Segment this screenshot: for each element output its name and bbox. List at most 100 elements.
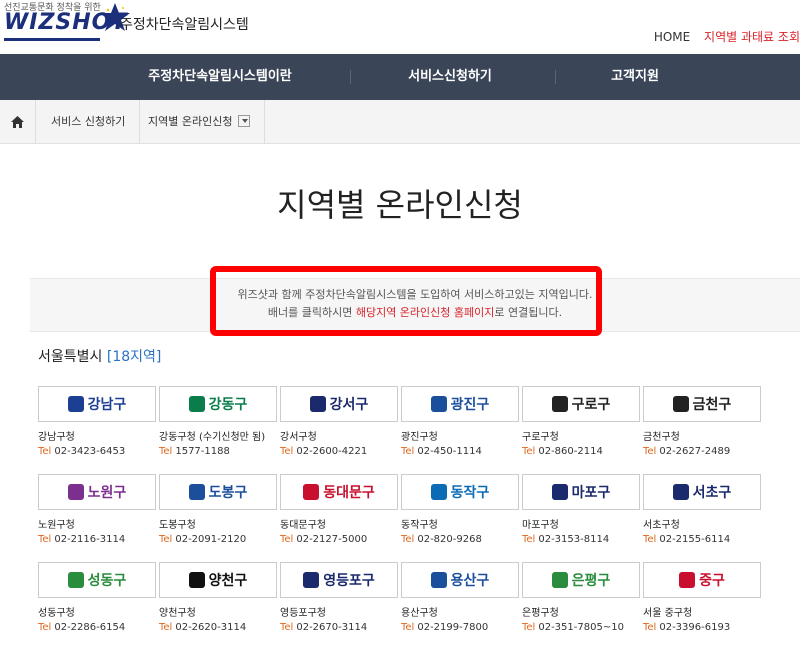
tel-label: Tel bbox=[159, 622, 173, 633]
district-office-name: 금천구청 bbox=[643, 432, 680, 443]
district-tel: Tel 02-3423-6453 bbox=[38, 446, 158, 457]
tel-number: 02-2199-7800 bbox=[417, 622, 489, 633]
district-banner[interactable]: 중구 bbox=[643, 562, 761, 598]
home-link[interactable]: HOME bbox=[654, 30, 690, 44]
district-emblem-icon bbox=[430, 484, 447, 500]
district-emblem-icon bbox=[67, 396, 84, 412]
district-banner[interactable]: 양천구 bbox=[159, 562, 277, 598]
district-emblem-icon bbox=[67, 572, 84, 588]
notice-prefix: 배너를 클릭하시면 bbox=[267, 306, 356, 319]
site-header: 선진교통문화 정착을 위한 WIZSHOT 주정차단속알림시스템 HOME 지역… bbox=[0, 0, 800, 54]
district-card: 성동구 성동구청 Tel 02-2286-6154 bbox=[38, 562, 158, 633]
district-office-name: 동대문구청 bbox=[280, 520, 326, 531]
district-card: 중구 서울 중구청 Tel 02-3396-6193 bbox=[643, 562, 763, 633]
district-card: 용산구 용산구청 Tel 02-2199-7800 bbox=[401, 562, 521, 633]
district-tel: Tel 02-860-2114 bbox=[522, 446, 642, 457]
tel-number: 02-2286-6154 bbox=[54, 622, 126, 633]
region-fine-link[interactable]: 지역별 과태료 조회 bbox=[704, 30, 800, 44]
district-banner[interactable]: 서초구 bbox=[643, 474, 761, 510]
district-banner-label: 광진구 bbox=[450, 397, 490, 413]
district-emblem-icon bbox=[67, 484, 84, 500]
district-card: 서초구 서초구청 Tel 02-2155-6114 bbox=[643, 474, 763, 545]
district-banner[interactable]: 노원구 bbox=[38, 474, 156, 510]
district-emblem-icon bbox=[551, 572, 568, 588]
district-banner-label: 중구 bbox=[699, 573, 725, 589]
district-banner-label: 동대문구 bbox=[323, 485, 375, 501]
district-card: 은평구 은평구청 Tel 02-351-7805~10 bbox=[522, 562, 642, 633]
district-emblem-icon bbox=[303, 572, 320, 588]
tel-number: 02-2620-3114 bbox=[175, 622, 247, 633]
logo[interactable]: 선진교통문화 정착을 위한 WIZSHOT 주정차단속알림시스템 bbox=[4, 0, 264, 46]
district-banner[interactable]: 강남구 bbox=[38, 386, 156, 422]
notice-line-1: 위즈샷과 함께 주정차단속알림시스템을 도입하여 서비스하고있는 지역입니다. bbox=[237, 288, 593, 301]
district-office-name: 구로구청 bbox=[522, 432, 559, 443]
home-button[interactable] bbox=[0, 100, 36, 144]
tel-label: Tel bbox=[38, 622, 52, 633]
district-tel: Tel 02-2627-2489 bbox=[643, 446, 763, 457]
district-emblem-icon bbox=[672, 484, 689, 500]
district-banner[interactable]: 구로구 bbox=[522, 386, 640, 422]
nav-item-apply[interactable]: 서비스신청하기 bbox=[360, 54, 540, 100]
tel-number: 02-2600-4221 bbox=[296, 446, 368, 457]
district-emblem-icon bbox=[309, 396, 326, 412]
district-office-name: 강서구청 bbox=[280, 432, 317, 443]
district-emblem-icon bbox=[188, 396, 205, 412]
notice-box: 위즈샷과 함께 주정차단속알림시스템을 도입하여 서비스하고있는 지역입니다. … bbox=[30, 278, 800, 332]
district-card: 노원구 노원구청 Tel 02-2116-3114 bbox=[38, 474, 158, 545]
district-card: 영등포구 영등포구청 Tel 02-2670-3114 bbox=[280, 562, 400, 633]
district-banner[interactable]: 강서구 bbox=[280, 386, 398, 422]
district-tel: Tel 02-2199-7800 bbox=[401, 622, 521, 633]
district-banner[interactable]: 성동구 bbox=[38, 562, 156, 598]
breadcrumb-item-current[interactable]: 지역별 온라인신청 bbox=[134, 100, 266, 144]
tel-label: Tel bbox=[401, 622, 415, 633]
notice-line-2: 배너를 클릭하시면 해당지역 온라인신청 홈페이지로 연결됩니다. bbox=[30, 304, 800, 322]
district-office-name: 서울 중구청 bbox=[643, 608, 693, 619]
tel-number: 02-2091-2120 bbox=[175, 534, 247, 545]
district-office-name: 광진구청 bbox=[401, 432, 438, 443]
tel-number: 02-2670-3114 bbox=[296, 622, 368, 633]
tel-label: Tel bbox=[280, 446, 294, 457]
district-banner-label: 구로구 bbox=[571, 397, 611, 413]
chevron-down-icon[interactable] bbox=[238, 115, 251, 127]
system-name: 주정차단속알림시스템 bbox=[120, 17, 249, 33]
district-office-name: 도봉구청 bbox=[159, 520, 196, 531]
district-office-name: 서초구청 bbox=[643, 520, 680, 531]
district-banner[interactable]: 은평구 bbox=[522, 562, 640, 598]
tel-number: 02-450-1114 bbox=[417, 446, 482, 457]
district-banner-label: 금천구 bbox=[692, 397, 732, 413]
district-banner-label: 영등포구 bbox=[323, 573, 375, 589]
tel-label: Tel bbox=[643, 622, 657, 633]
notice-highlight: 해당지역 온라인신청 홈페이지 bbox=[355, 306, 495, 319]
tel-number: 02-2627-2489 bbox=[659, 446, 731, 457]
district-card: 양천구 양천구청 Tel 02-2620-3114 bbox=[159, 562, 279, 633]
district-banner[interactable]: 도봉구 bbox=[159, 474, 277, 510]
breadcrumb-current-label: 지역별 온라인신청 bbox=[148, 115, 233, 128]
district-banner[interactable]: 강동구 bbox=[159, 386, 277, 422]
district-card: 광진구 광진구청 Tel 02-450-1114 bbox=[401, 386, 521, 457]
district-emblem-icon bbox=[303, 484, 320, 500]
district-tel: Tel 02-3153-8114 bbox=[522, 534, 642, 545]
nav-item-support[interactable]: 고객지원 bbox=[565, 54, 705, 100]
district-banner-label: 용산구 bbox=[450, 573, 490, 589]
nav-item-about[interactable]: 주정차단속알림시스템이란 bbox=[120, 54, 320, 100]
district-office-name: 노원구청 bbox=[38, 520, 75, 531]
district-banner-label: 강남구 bbox=[87, 397, 127, 413]
district-banner[interactable]: 동대문구 bbox=[280, 474, 398, 510]
district-banner[interactable]: 광진구 bbox=[401, 386, 519, 422]
district-banner[interactable]: 동작구 bbox=[401, 474, 519, 510]
tel-label: Tel bbox=[643, 534, 657, 545]
district-office-name: 강동구청 (수기신청만 됨) bbox=[159, 432, 266, 443]
district-banner-label: 은평구 bbox=[571, 573, 611, 589]
district-banner[interactable]: 영등포구 bbox=[280, 562, 398, 598]
breadcrumb-item-apply[interactable]: 서비스 신청하기 bbox=[37, 100, 141, 144]
page-title: 지역별 온라인신청 bbox=[277, 186, 523, 224]
district-banner[interactable]: 마포구 bbox=[522, 474, 640, 510]
district-card: 금천구금천구청 Tel 02-2627-2489 bbox=[643, 386, 763, 457]
district-banner[interactable]: 용산구 bbox=[401, 562, 519, 598]
district-banner[interactable]: 금천구 bbox=[643, 386, 761, 422]
logo-underline bbox=[4, 38, 100, 41]
district-emblem-icon bbox=[551, 484, 568, 500]
district-emblem-icon bbox=[188, 572, 205, 588]
district-card: 동대문구 동대문구청 Tel 02-2127-5000 bbox=[280, 474, 400, 545]
tel-number: 02-2127-5000 bbox=[296, 534, 368, 545]
